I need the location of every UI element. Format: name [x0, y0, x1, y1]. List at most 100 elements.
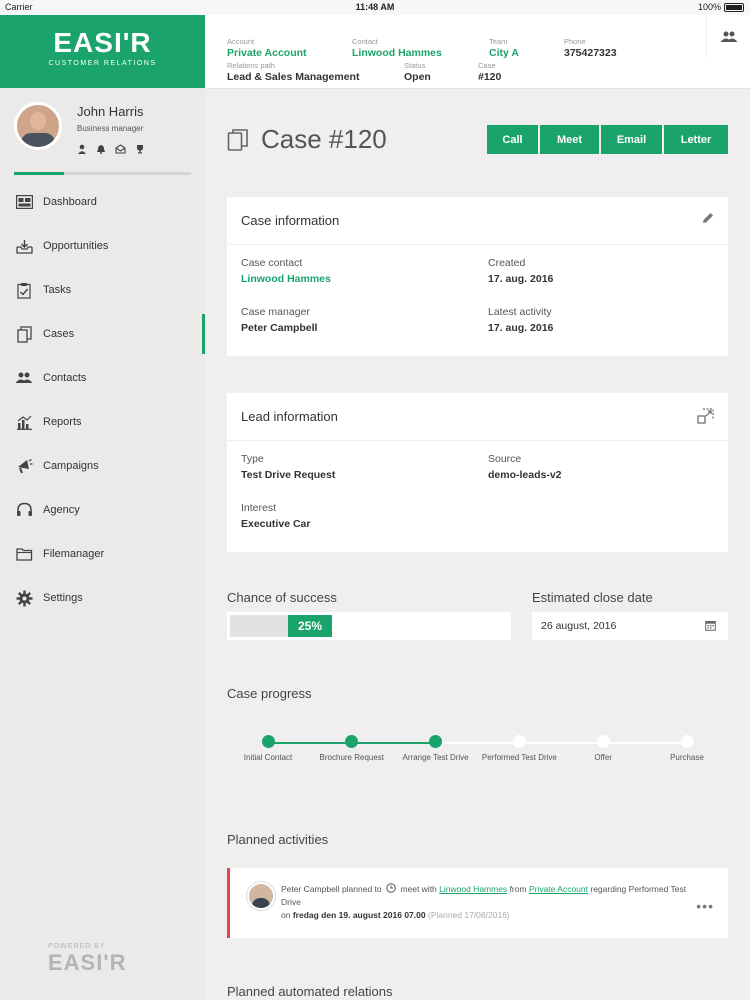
files-icon: [15, 325, 33, 343]
close-date-label: Estimated close date: [532, 590, 653, 605]
created-field: Created 17. aug. 2016: [488, 257, 554, 285]
page-title: Case #120: [261, 124, 387, 154]
profile-progress-bar: [14, 172, 191, 175]
brand-tagline: CUSTOMER RELATIONS: [48, 60, 157, 67]
sidebar: EASI'R CUSTOMER RELATIONS John Harris Bu…: [0, 15, 205, 1000]
case-title: Case #120: [227, 124, 387, 155]
calendar-icon: [705, 621, 716, 631]
progress-step[interactable]: Initial Contact: [226, 735, 310, 762]
profile-progress-fill: [14, 172, 64, 175]
battery-icon: [724, 2, 744, 12]
sidebar-item-settings[interactable]: Settings: [0, 576, 205, 620]
progress-step[interactable]: Arrange Test Drive: [394, 735, 478, 762]
sidebar-item-opportunities[interactable]: Opportunities: [0, 224, 205, 268]
sidebar-item-reports[interactable]: Reports: [0, 400, 205, 444]
progress-step[interactable]: Brochure Request: [310, 735, 394, 762]
success-track: 25%: [230, 615, 332, 637]
meet-button[interactable]: Meet: [540, 125, 599, 154]
pencil-icon: [703, 213, 713, 223]
sidebar-item-label: Filemanager: [43, 548, 105, 560]
header-phone: Phone 375427323: [564, 37, 617, 59]
more-options-icon[interactable]: •••: [696, 898, 714, 914]
close-date-value: 26 august, 2016: [541, 620, 617, 632]
sidebar-item-dashboard[interactable]: Dashboard: [0, 180, 205, 224]
success-value[interactable]: 25%: [288, 615, 332, 637]
trophy-icon[interactable]: [135, 144, 145, 154]
profile-icons: [77, 144, 145, 154]
email-button[interactable]: Email: [601, 125, 662, 154]
call-button[interactable]: Call: [487, 125, 538, 154]
user-profile: John Harris Business manager: [0, 88, 205, 180]
activity-account-link[interactable]: Private Account: [529, 884, 588, 894]
sidebar-item-label: Contacts: [43, 372, 87, 384]
sidebar-item-agency[interactable]: Agency: [0, 488, 205, 532]
battery-percent: 100%: [697, 2, 721, 12]
chance-of-success-slider[interactable]: 25%: [227, 612, 511, 640]
progress-step-label: Arrange Test Drive: [402, 753, 469, 762]
files-icon: [227, 128, 248, 151]
letter-button[interactable]: Letter: [664, 125, 728, 154]
contacts-button[interactable]: [706, 15, 750, 59]
calendar-button[interactable]: [705, 620, 716, 634]
people-icon: [720, 31, 737, 42]
header-account: Account Private Account: [227, 37, 307, 59]
sidebar-item-tasks[interactable]: Tasks: [0, 268, 205, 312]
sidebar-item-label: Campaigns: [43, 460, 99, 472]
edit-button[interactable]: [702, 212, 714, 227]
contact-link[interactable]: Linwood Hammes: [352, 47, 442, 59]
dashboard-icon: [15, 194, 33, 210]
progress-step-label: Offer: [594, 753, 612, 762]
case-progress-label: Case progress: [227, 686, 312, 701]
activity-planned-date: (Planned 17/08/2016): [427, 910, 510, 920]
progress-step-dot: [512, 735, 526, 748]
clipboard-icon: [15, 282, 33, 299]
progress-step[interactable]: Offer: [561, 735, 645, 762]
sidebar-item-label: Agency: [43, 504, 80, 516]
bell-icon[interactable]: [96, 144, 106, 154]
progress-step-dot: [429, 735, 443, 748]
avatar: [247, 882, 275, 910]
progress-step-dot: [680, 735, 694, 748]
sidebar-item-label: Opportunities: [43, 240, 109, 252]
header-contact: Contact Linwood Hammes: [352, 37, 442, 59]
card-title: Case information: [241, 213, 340, 228]
sidebar-item-label: Dashboard: [43, 196, 97, 208]
case-contact-link[interactable]: Linwood Hammes: [241, 273, 331, 285]
clock-icon: [386, 883, 396, 893]
close-date-field[interactable]: 26 august, 2016: [532, 612, 728, 640]
header-status: Status Open: [404, 61, 431, 83]
brand-header[interactable]: EASI'R CUSTOMER RELATIONS: [0, 15, 205, 88]
team-link[interactable]: City A: [489, 47, 519, 59]
avatar[interactable]: [14, 102, 62, 150]
sidebar-item-filemanager[interactable]: Filemanager: [0, 532, 205, 576]
powered-by-label: POWERED BY: [48, 943, 106, 950]
sidebar-item-cases[interactable]: Cases: [0, 312, 205, 356]
sidebar-item-label: Settings: [43, 592, 83, 604]
mail-open-icon[interactable]: [115, 144, 126, 154]
account-link[interactable]: Private Account: [227, 47, 307, 59]
action-buttons: Call Meet Email Letter: [487, 125, 728, 154]
sidebar-item-campaigns[interactable]: Campaigns: [0, 444, 205, 488]
progress-step[interactable]: Purchase: [645, 735, 729, 762]
battery-indicator: 100%: [698, 2, 744, 12]
powered-by: POWERED BY EASI'R: [48, 943, 126, 976]
planned-activity-item[interactable]: Peter Campbell planned to meet with Linw…: [227, 868, 728, 938]
progress-step-dot: [261, 735, 275, 748]
path-value: Lead & Sales Management: [227, 71, 360, 83]
activity-text: Peter Campbell planned to meet with Linw…: [281, 883, 687, 920]
header-case: Case #120: [478, 61, 502, 83]
case-information-header: Case information: [227, 197, 728, 245]
person-icon[interactable]: [77, 144, 87, 154]
user-name: John Harris: [77, 104, 144, 119]
brand-logo: EASI'R: [53, 27, 152, 58]
sidebar-item-contacts[interactable]: Contacts: [0, 356, 205, 400]
progress-step[interactable]: Performed Test Drive: [477, 735, 561, 762]
interest-field: Interest Executive Car: [241, 502, 311, 530]
headset-icon: [15, 502, 33, 518]
progress-step-dot: [596, 735, 610, 748]
lead-information-header: Lead information: [227, 393, 728, 441]
phone-value: 375427323: [564, 47, 617, 59]
activity-contact-link[interactable]: Linwood Hammes: [439, 884, 507, 894]
expand-button[interactable]: [697, 408, 714, 427]
user-role: Business manager: [77, 124, 144, 133]
